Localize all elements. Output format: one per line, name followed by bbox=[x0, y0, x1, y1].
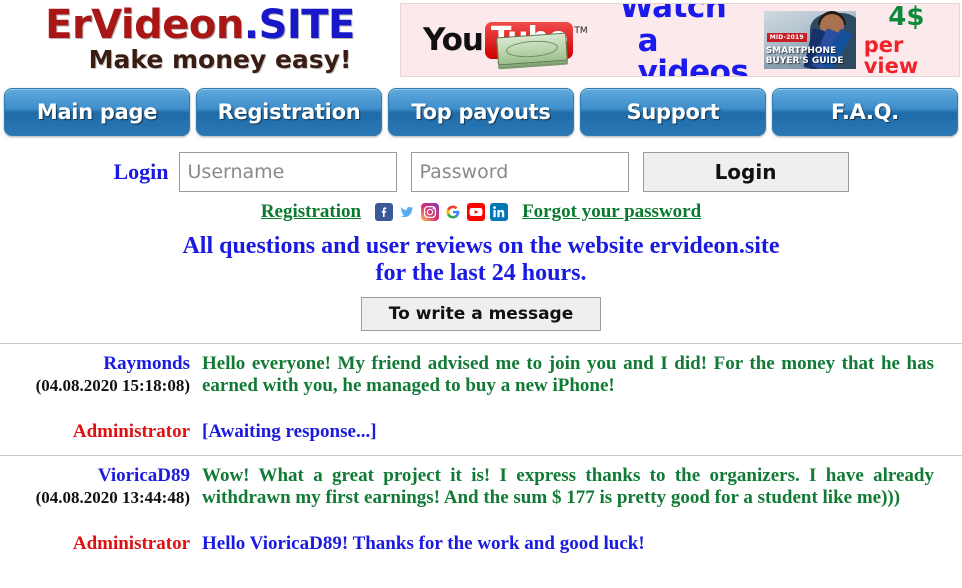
logo-suffix-text: SITE bbox=[258, 2, 356, 48]
thumbnail-title-label: SMARTPHONE BUYER'S GUIDE bbox=[765, 46, 844, 66]
social-icons-group bbox=[375, 203, 509, 221]
banner-price-amount: 4$ bbox=[888, 3, 925, 32]
youtube-you-text: You bbox=[423, 22, 484, 58]
facebook-icon[interactable] bbox=[375, 203, 394, 221]
logo-tagline: Make money easy! bbox=[88, 45, 352, 74]
write-message-wrap: To write a message bbox=[0, 297, 962, 331]
logo-dot-text: . bbox=[243, 2, 259, 48]
banner-price-block: 4$ per view bbox=[863, 3, 949, 77]
reply-meta: Administrator bbox=[0, 421, 202, 443]
message-meta: VioricaD89 (04.08.2020 13:44:48) bbox=[0, 465, 202, 508]
login-submit-button[interactable]: Login bbox=[642, 152, 849, 192]
message-date: (04.08.2020 13:44:48) bbox=[35, 488, 190, 507]
site-logo[interactable]: ErVideon.SITE Make money easy! bbox=[0, 0, 400, 78]
reply-author: Administrator bbox=[72, 421, 190, 442]
message-text: Wow! What a great project it is! I expre… bbox=[202, 465, 934, 508]
message-date: (04.08.2020 15:18:08) bbox=[35, 376, 190, 395]
message-reply-row: Administrator [Awaiting response...] bbox=[0, 421, 962, 443]
nav-registration-label: Registration bbox=[217, 100, 361, 124]
password-input[interactable] bbox=[410, 152, 629, 192]
message-row: VioricaD89 (04.08.2020 13:44:48) Wow! Wh… bbox=[0, 465, 962, 509]
nav-top-payouts-label: Top payouts bbox=[411, 100, 551, 124]
registration-link[interactable]: Registration bbox=[261, 201, 361, 223]
banner-price-unit: per view bbox=[863, 32, 919, 77]
write-message-button[interactable]: To write a message bbox=[361, 297, 601, 331]
login-form: Login Login bbox=[0, 152, 962, 192]
message-author[interactable]: VioricaD89 bbox=[0, 465, 190, 487]
logo-wordmark: ErVideon.SITE bbox=[45, 5, 355, 45]
youtube-icon[interactable] bbox=[467, 203, 486, 221]
logo-primary-text: ErVideon bbox=[45, 2, 244, 48]
message-thread-1: Raymonds (04.08.2020 15:18:08) Hello eve… bbox=[0, 344, 962, 443]
instagram-icon[interactable] bbox=[421, 203, 440, 221]
youtube-promo-banner[interactable]: You Tube TM Watch a videos MID-2019 SMAR… bbox=[400, 3, 960, 77]
nav-faq[interactable]: F.A.Q. bbox=[772, 88, 958, 136]
main-navigation: Main page Registration Top payouts Suppo… bbox=[0, 78, 962, 144]
youtube-logo: You Tube TM bbox=[423, 21, 588, 65]
nav-faq-label: F.A.Q. bbox=[831, 100, 899, 124]
nav-main-page-label: Main page bbox=[36, 100, 158, 124]
money-stack-icon bbox=[496, 32, 568, 65]
google-icon[interactable] bbox=[444, 203, 463, 221]
nav-registration[interactable]: Registration bbox=[196, 88, 382, 136]
forgot-password-link[interactable]: Forgot your password bbox=[522, 201, 701, 223]
reply-meta: Administrator bbox=[0, 533, 202, 555]
page-headline: All questions and user reviews on the we… bbox=[0, 233, 962, 287]
message-thread-2: VioricaD89 (04.08.2020 13:44:48) Wow! Wh… bbox=[0, 456, 962, 555]
page-headline-line1: All questions and user reviews on the we… bbox=[182, 233, 780, 259]
page-headline-line2: for the last 24 hours. bbox=[375, 260, 587, 286]
nav-support[interactable]: Support bbox=[580, 88, 766, 136]
nav-main-page[interactable]: Main page bbox=[4, 88, 190, 136]
thumbnail-tag-label: MID-2019 bbox=[766, 33, 807, 42]
banner-headline-line1: Watch bbox=[619, 3, 727, 25]
reply-author: Administrator bbox=[72, 533, 190, 554]
auth-links-row: Registration Forgot your password bbox=[0, 201, 962, 223]
message-text: Hello everyone! My friend advised me to … bbox=[202, 353, 934, 396]
banner-thumbnail-image: MID-2019 SMARTPHONE BUYER'S GUIDE bbox=[763, 11, 856, 69]
nav-top-payouts[interactable]: Top payouts bbox=[388, 88, 574, 136]
login-label: Login bbox=[113, 159, 169, 184]
nav-support-label: Support bbox=[626, 100, 720, 124]
banner-headline-line2: a videos bbox=[637, 23, 749, 77]
message-row: Raymonds (04.08.2020 15:18:08) Hello eve… bbox=[0, 353, 962, 397]
username-input[interactable] bbox=[178, 152, 397, 192]
linkedin-icon[interactable] bbox=[490, 203, 509, 221]
twitter-icon[interactable] bbox=[398, 203, 417, 221]
site-header: ErVideon.SITE Make money easy! You Tube … bbox=[0, 0, 962, 78]
message-reply-row: Administrator Hello VioricaD89! Thanks f… bbox=[0, 533, 962, 555]
reply-text: Hello VioricaD89! Thanks for the work an… bbox=[202, 533, 645, 554]
banner-headline: Watch a videos bbox=[619, 3, 754, 77]
trademark-text: TM bbox=[574, 25, 588, 36]
message-author[interactable]: Raymonds bbox=[0, 353, 190, 375]
reply-text: [Awaiting response...] bbox=[202, 421, 377, 442]
message-meta: Raymonds (04.08.2020 15:18:08) bbox=[0, 353, 202, 396]
